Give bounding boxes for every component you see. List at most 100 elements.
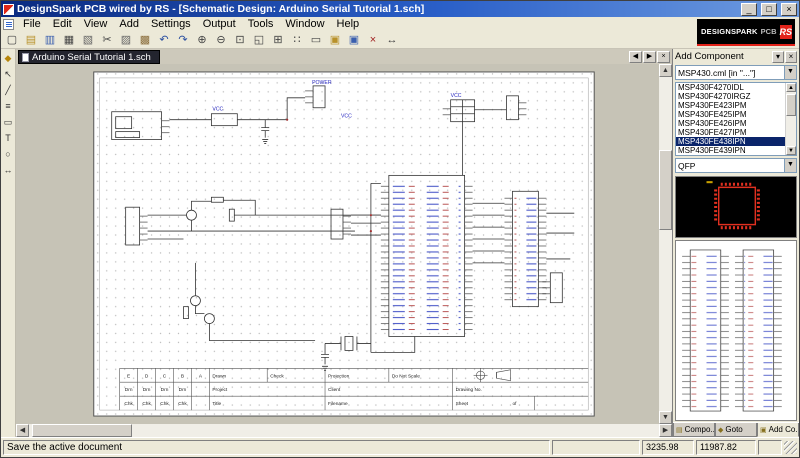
vertical-scroll-thumb[interactable] xyxy=(659,150,672,230)
measure-tool-icon[interactable]: ↔ xyxy=(2,164,15,176)
svg-text:Project: Project xyxy=(212,387,228,393)
maximize-button[interactable]: □ xyxy=(761,3,777,16)
select-icon[interactable]: ↖ xyxy=(2,68,15,80)
schematic-canvas[interactable]: POWER VCC VCC VCC xyxy=(16,64,659,424)
menu-item[interactable]: Window xyxy=(279,17,330,31)
panel-tab[interactable]: ▤ Compo... xyxy=(673,423,715,437)
undo-icon[interactable]: ↶ xyxy=(155,31,173,48)
zoom-out-icon[interactable]: ⊖ xyxy=(212,31,230,48)
paste-icon[interactable]: ▩ xyxy=(136,31,154,48)
menu-item[interactable]: Add xyxy=(113,17,145,31)
document-system-icon[interactable] xyxy=(3,19,14,30)
menu-item[interactable]: Output xyxy=(197,17,242,31)
horizontal-scroll-thumb[interactable] xyxy=(32,424,132,437)
frame-icon[interactable]: ▭ xyxy=(307,31,325,48)
open-icon[interactable]: ▤ xyxy=(22,31,40,48)
preview-icon[interactable]: ▧ xyxy=(79,31,97,48)
menu-item[interactable]: Tools xyxy=(242,17,280,31)
redo-icon[interactable]: ↷ xyxy=(174,31,192,48)
component-list-item[interactable]: MSP430FE438IPN xyxy=(676,137,785,146)
package-combobox-value: QFP xyxy=(678,161,784,171)
net-label-vcc: VCC xyxy=(451,93,462,99)
svg-text:Drn: Drn xyxy=(161,387,169,393)
document-tab[interactable]: Arduino Serial Tutorial 1.sch xyxy=(18,50,160,64)
rs-badge: RS xyxy=(780,25,793,39)
new-icon[interactable]: ▢ xyxy=(3,31,21,48)
svg-text:Projection: Projection xyxy=(328,373,350,379)
measure-icon[interactable]: ↔ xyxy=(383,31,401,48)
list-scrollbar[interactable]: ▲ ▼ xyxy=(785,83,796,155)
chevron-down-icon[interactable]: ▼ xyxy=(784,66,796,79)
menu-item[interactable]: File xyxy=(17,17,47,31)
svg-text:B: B xyxy=(181,373,184,379)
save-icon[interactable]: ▥ xyxy=(41,31,59,48)
scroll-up-icon[interactable]: ▲ xyxy=(659,64,672,77)
svg-text:Drawing No.: Drawing No. xyxy=(456,387,482,393)
component-list-item[interactable]: MSP430FE423IPM xyxy=(676,101,785,110)
minimize-button[interactable]: _ xyxy=(741,3,757,16)
status-message: Save the active document xyxy=(3,440,550,455)
component-list-item[interactable]: MSP430FE425IPM xyxy=(676,110,785,119)
window-title: DesignSpark PCB wired by RS - [Schematic… xyxy=(17,3,737,15)
junction-icon[interactable]: ○ xyxy=(2,148,15,160)
print-icon[interactable]: ▦ xyxy=(60,31,78,48)
menu-item[interactable]: Help xyxy=(331,17,366,31)
panel-tab-label: Goto xyxy=(725,425,742,434)
copy-icon[interactable]: ▨ xyxy=(117,31,135,48)
list-scroll-down-icon[interactable]: ▼ xyxy=(786,146,796,155)
panel-tab[interactable]: ◆ Goto xyxy=(715,423,757,437)
component-list-item[interactable]: MSP430FE439IPN xyxy=(676,146,785,155)
svg-text:Chk: Chk xyxy=(142,401,151,407)
zoom-full-icon[interactable]: ◱ xyxy=(250,31,268,48)
pointer-icon[interactable]: ◆ xyxy=(2,52,15,64)
menu-item[interactable]: View xyxy=(78,17,114,31)
menu-bar: FileEditViewAddSettingsOutputToolsWindow… xyxy=(1,17,799,31)
tab-next-button[interactable]: ▶ xyxy=(643,51,656,63)
list-scroll-thumb[interactable] xyxy=(786,94,796,116)
panel-tab[interactable]: ▣ Add Co... xyxy=(757,423,799,437)
component-list-item[interactable]: MSP430F4270IDL xyxy=(676,83,785,92)
panel-tab-icon: ◆ xyxy=(718,426,723,434)
scroll-right-icon[interactable]: ▶ xyxy=(659,424,672,437)
library-icon[interactable]: ▣ xyxy=(326,31,344,48)
component-list-item[interactable]: MSP430FE427IPM xyxy=(676,128,785,137)
resize-grip[interactable] xyxy=(784,441,797,454)
zoom-window-icon[interactable]: ⊡ xyxy=(231,31,249,48)
application-window: DesignSpark PCB wired by RS - [Schematic… xyxy=(0,0,800,458)
designspark-logo: DESIGNSPARK PCB RS xyxy=(697,19,795,46)
chevron-down-icon[interactable]: ▼ xyxy=(784,159,796,172)
close-button[interactable]: × xyxy=(781,3,797,16)
tab-close-button[interactable]: × xyxy=(657,51,670,63)
scroll-left-icon[interactable]: ◀ xyxy=(16,424,29,437)
panel-tab-icon: ▣ xyxy=(760,426,767,434)
tab-prev-button[interactable]: ◀ xyxy=(629,51,642,63)
component-list-item[interactable]: MSP430FE426IPM xyxy=(676,119,785,128)
component-list-item[interactable]: MSP430F4270IRGZ xyxy=(676,92,785,101)
panel-tab-label: Compo... xyxy=(685,425,715,434)
svg-text:Drn: Drn xyxy=(143,387,151,393)
menu-item[interactable]: Edit xyxy=(47,17,78,31)
bus-icon[interactable]: ≡ xyxy=(2,100,15,112)
cut-icon[interactable]: ✂ xyxy=(98,31,116,48)
vertical-scrollbar[interactable]: ▲ ▼ xyxy=(659,64,672,424)
delete-icon[interactable]: × xyxy=(364,31,382,48)
add-component-icon[interactable]: ▭ xyxy=(2,116,15,128)
main-toolbar: ▢▤▥▦▧✂▨▩↶↷⊕⊖⊡◱⊞∷▭▣▣×↔ xyxy=(1,31,799,49)
grid-icon[interactable]: ∷ xyxy=(288,31,306,48)
add-text-icon[interactable]: T xyxy=(2,132,15,144)
package-combobox[interactable]: QFP ▼ xyxy=(675,158,797,173)
zoom-in-icon[interactable]: ⊕ xyxy=(193,31,211,48)
svg-text:of: of xyxy=(512,401,517,407)
panel-close-icon[interactable]: × xyxy=(785,51,797,63)
panel-menu-icon[interactable]: ▾ xyxy=(772,51,784,63)
wire-icon[interactable]: ╱ xyxy=(2,84,15,96)
library-combobox[interactable]: MSP430.cml [in "..."] ▼ xyxy=(675,65,797,80)
add-component-panel: Add Component ▾ × MSP430.cml [in "..."] … xyxy=(672,49,799,437)
pan-icon[interactable]: ⊞ xyxy=(269,31,287,48)
scroll-down-icon[interactable]: ▼ xyxy=(659,411,672,424)
menu-item[interactable]: Settings xyxy=(145,17,197,31)
list-scroll-up-icon[interactable]: ▲ xyxy=(786,83,796,92)
horizontal-scrollbar[interactable]: ◀ ▶ xyxy=(16,424,672,437)
component-icon[interactable]: ▣ xyxy=(345,31,363,48)
svg-text:Filename: Filename xyxy=(328,401,348,407)
